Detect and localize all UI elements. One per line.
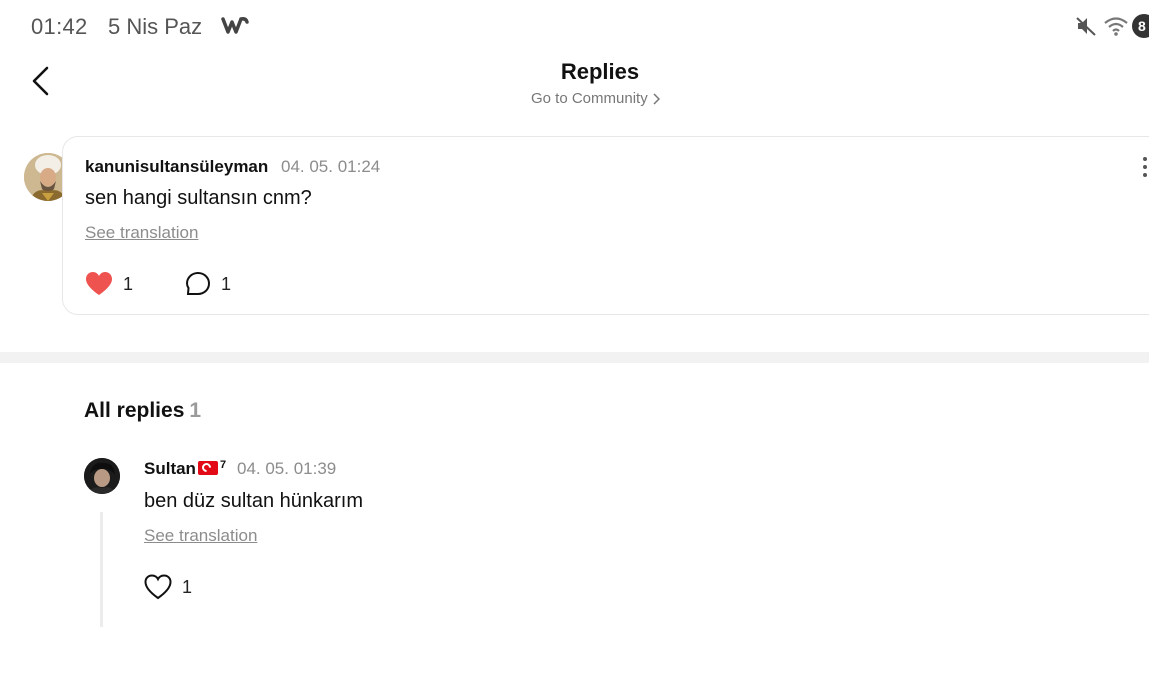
wifi-icon: [1104, 17, 1128, 36]
page-title: Replies: [560, 59, 640, 84]
reply-count: 1: [221, 273, 232, 294]
comment-timestamp: 04. 05. 01:24: [281, 157, 381, 176]
mute-icon: [1076, 17, 1096, 36]
like-button[interactable]: 1: [85, 271, 133, 297]
reply-username-text: Sultan: [144, 459, 196, 478]
like-count: 1: [123, 273, 134, 294]
header: Replies Go to Community: [0, 52, 1149, 122]
reply-like-button[interactable]: 1: [144, 574, 192, 600]
reply-username-suffix: 7: [219, 459, 227, 471]
reply-timestamp: 04. 05. 01:39: [237, 459, 337, 478]
see-translation-link[interactable]: See translation: [85, 223, 198, 243]
battery-indicator: 8: [1132, 14, 1149, 38]
reply-thread-line: [100, 512, 103, 627]
speech-bubble-icon: [185, 271, 211, 295]
reply-text: ben düz sultan hünkarım: [144, 490, 364, 512]
all-replies-heading: All replies 1: [84, 399, 201, 423]
heart-filled-icon: [86, 272, 112, 295]
status-time: 01:42: [31, 14, 88, 39]
status-date: 5 Nis Paz: [108, 14, 203, 39]
turkey-flag-icon: [197, 461, 218, 475]
avatar-image: [84, 458, 120, 494]
comment-username[interactable]: kanunisultansüleyman: [85, 157, 268, 177]
comment-text: sen hangi sultansın cnm?: [85, 187, 312, 209]
more-options-icon[interactable]: [1140, 155, 1149, 179]
community-link-label: Go to Community: [531, 90, 648, 107]
reply-like-count: 1: [182, 576, 193, 597]
chevron-right-icon: [653, 92, 660, 105]
status-bar: 01:42 5 Nis Paz 8: [0, 0, 1149, 52]
reply-see-translation-link[interactable]: See translation: [144, 526, 257, 546]
go-to-community-link[interactable]: Go to Community: [531, 90, 660, 107]
reply-button[interactable]: 1: [185, 271, 231, 297]
all-replies-count: 1: [189, 399, 202, 422]
all-replies-title: All replies: [84, 399, 185, 422]
comment-card: kanunisultansüleyman 04. 05. 01:24 sen h…: [62, 136, 1149, 315]
reply-avatar[interactable]: [84, 458, 120, 494]
reply-username[interactable]: Sultan 7: [144, 459, 226, 479]
section-divider: [0, 352, 1149, 363]
heart-outline-icon: [144, 574, 172, 600]
webtoon-w-icon: [221, 17, 249, 34]
